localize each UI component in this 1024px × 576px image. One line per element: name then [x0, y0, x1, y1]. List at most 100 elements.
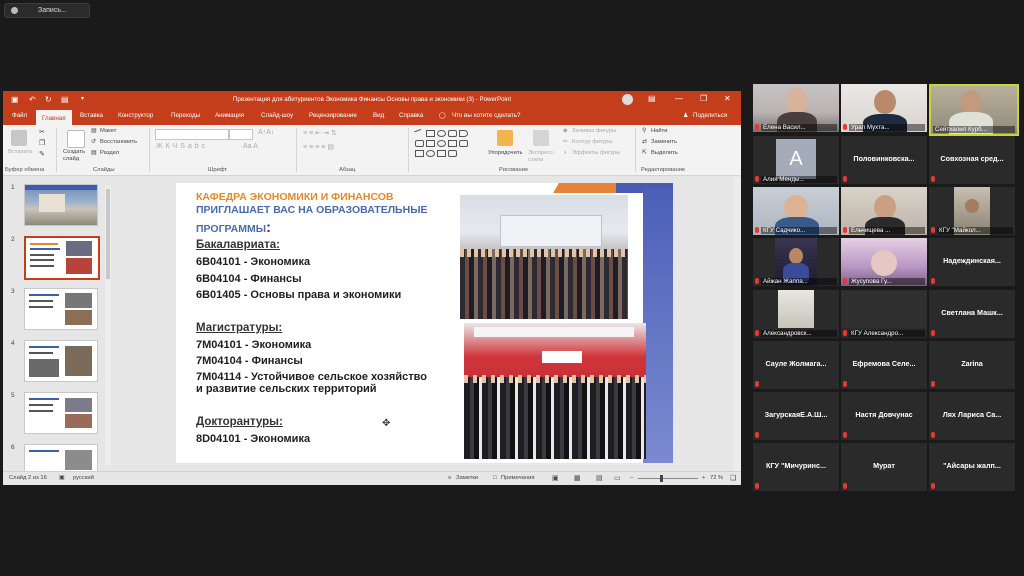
zoom-slider[interactable] — [638, 478, 698, 479]
list-icons[interactable]: ≡≡⇤⇥⇅ — [303, 129, 339, 137]
thumbnails-scrollbar[interactable] — [105, 185, 111, 465]
new-slide-button[interactable]: Создать слайд — [63, 149, 89, 163]
tab-file[interactable]: Файл — [12, 112, 27, 119]
participant-tile[interactable]: Жусупова Гу... — [841, 238, 927, 286]
sorter-view-icon[interactable]: ▦ — [574, 474, 581, 482]
tab-view[interactable]: Вид — [373, 112, 384, 119]
undo-icon[interactable]: ↶ — [29, 95, 36, 104]
shape-fill-button[interactable]: Заливка фигуры — [572, 128, 616, 134]
participant-tile[interactable]: КГУ "Майкол... — [929, 187, 1015, 235]
participant-tile[interactable]: Надеждинская... — [929, 238, 1015, 286]
reading-view-icon[interactable]: ▤ — [596, 474, 603, 482]
tab-design[interactable]: Конструктор — [118, 112, 153, 119]
language-indicator[interactable]: русский — [73, 475, 94, 481]
reset-button[interactable]: Восстановить — [100, 139, 137, 145]
tell-me-search[interactable]: Что вы хотите сделать? — [452, 112, 520, 119]
banner-shape-icon[interactable] — [448, 150, 457, 157]
participant-tile[interactable]: Мурат — [841, 443, 927, 491]
notes-button[interactable]: Заметки — [456, 475, 478, 481]
minimize-icon[interactable]: — — [675, 94, 683, 103]
shape-effects-button[interactable]: Эффекты фигуры — [572, 150, 620, 156]
ribbon-options-icon[interactable]: ▤ — [648, 94, 656, 103]
participant-tile[interactable]: Сауле Жолмага... — [753, 341, 839, 389]
participant-tile[interactable]: Настя Довчунас — [841, 392, 927, 440]
cut-icon[interactable]: ✂ — [39, 128, 45, 136]
tab-transitions[interactable]: Переходы — [171, 112, 200, 119]
font-color-icon[interactable]: Aa A — [243, 143, 258, 150]
slide-thumbnail-2[interactable] — [24, 236, 100, 280]
customize-icon[interactable]: ▾ — [81, 95, 84, 102]
tab-slideshow[interactable]: Слайд-шоу — [261, 112, 293, 119]
find-button[interactable]: Найти — [651, 128, 668, 134]
comments-button[interactable]: Примечания — [501, 475, 534, 481]
curve-shape-icon[interactable] — [415, 150, 424, 157]
save-icon[interactable]: ▣ — [11, 95, 19, 104]
paste-button[interactable]: Вставить — [8, 149, 33, 155]
participant-tile[interactable]: Ефремова Селе... — [841, 341, 927, 389]
participant-tile[interactable]: КГУ Александро... — [841, 290, 927, 338]
participant-tile[interactable]: ЗагурскаяЕ.А.Ш... — [753, 392, 839, 440]
star-shape-icon[interactable] — [448, 140, 457, 147]
callout-shape-icon[interactable] — [459, 130, 468, 137]
arrange-icon[interactable] — [497, 130, 513, 146]
spellcheck-icon[interactable]: ▣ — [59, 475, 64, 481]
redo-icon[interactable]: ↻ — [45, 95, 52, 104]
font-size-box[interactable] — [229, 129, 253, 140]
participant-tile[interactable]: Елена Васил... — [753, 84, 839, 132]
participant-tile[interactable]: КГУ Садчико... — [753, 187, 839, 235]
zoom-out-icon[interactable]: – — [630, 475, 633, 481]
triangle-shape-icon[interactable] — [415, 140, 424, 147]
normal-view-icon[interactable]: ▣ — [552, 474, 559, 482]
elbow-shape-icon[interactable] — [426, 140, 435, 147]
participant-tile-active-speaker[interactable]: Сейтхалил Курб... — [929, 84, 1019, 136]
participant-tile[interactable]: Лях Лариса Са... — [929, 392, 1015, 440]
close-icon[interactable]: ✕ — [724, 94, 731, 103]
shape-outline-button[interactable]: Контур фигуры — [572, 139, 613, 145]
restore-icon[interactable]: ❐ — [700, 94, 707, 103]
slide-thumbnails-pane[interactable]: 1 2 3 4 5 6 — [3, 177, 111, 473]
font-name-box[interactable] — [155, 129, 229, 140]
slide-thumbnail-4[interactable] — [24, 340, 98, 382]
participant-tile[interactable]: Половинковска... — [841, 136, 927, 184]
slide-thumbnail-6[interactable] — [24, 444, 98, 473]
slideshow-icon[interactable]: ▤ — [61, 95, 69, 104]
slide-thumbnail-5[interactable] — [24, 392, 98, 434]
participant-tile[interactable]: А Алия Менды... — [753, 136, 839, 184]
brace-shape-icon[interactable] — [459, 140, 468, 147]
replace-button[interactable]: Заменить — [651, 139, 677, 145]
participant-tile[interactable]: Ельчищева ... — [841, 187, 927, 235]
slide-thumbnail-1[interactable] — [24, 184, 98, 226]
participant-tile[interactable]: Айжан Жаппа... — [753, 238, 839, 286]
tab-insert[interactable]: Вставка — [80, 112, 103, 119]
copy-icon[interactable]: ❐ — [39, 139, 45, 147]
participant-tile[interactable]: Совхозная сред... — [929, 136, 1015, 184]
select-button[interactable]: Выделить — [651, 150, 678, 156]
quick-styles-button[interactable]: Экспресс-стили — [528, 150, 558, 164]
participant-tile[interactable]: Zarina — [929, 341, 1015, 389]
zoom-in-icon[interactable]: + — [702, 475, 705, 481]
participant-tile[interactable]: Светлана Машк... — [929, 290, 1015, 338]
fit-slide-icon[interactable]: ❏ — [730, 474, 736, 482]
align-icons[interactable]: ≡≡≡≡▤ — [303, 143, 336, 151]
participant-tile[interactable]: Урал Мухта... — [841, 84, 927, 132]
font-format-icons[interactable]: ЖКЧSabc — [156, 143, 208, 150]
slide-canvas[interactable]: КАФЕДРА ЭКОНОМИКИ И ФИНАНСОВ ПРИГЛАШАЕТ … — [176, 183, 673, 463]
line-shape-icon[interactable] — [414, 128, 423, 138]
participant-tile[interactable]: "Айсары жалп... — [929, 443, 1015, 491]
participant-tile[interactable]: КГУ "Мичуринс... — [753, 443, 839, 491]
tab-animations[interactable]: Анимация — [215, 112, 244, 119]
layout-button[interactable]: Макет — [100, 128, 116, 134]
tab-help[interactable]: Справка — [399, 112, 423, 119]
zoom-level[interactable]: 72 % — [710, 475, 723, 481]
arrange-button[interactable]: Упорядочить — [488, 150, 523, 156]
bracket-shape-icon[interactable] — [426, 150, 435, 157]
section-button[interactable]: Раздел — [100, 150, 119, 156]
flowchart-shape-icon[interactable] — [437, 150, 446, 157]
rounded-rect-icon[interactable] — [448, 130, 457, 137]
font-grow-icon[interactable]: A↑A↓ — [258, 129, 274, 136]
slide-thumbnail-3[interactable] — [24, 288, 98, 330]
quick-styles-icon[interactable] — [533, 130, 549, 146]
share-button[interactable]: Поделиться — [693, 112, 727, 119]
paste-icon[interactable] — [11, 130, 27, 146]
format-painter-icon[interactable]: ✎ — [39, 150, 45, 158]
